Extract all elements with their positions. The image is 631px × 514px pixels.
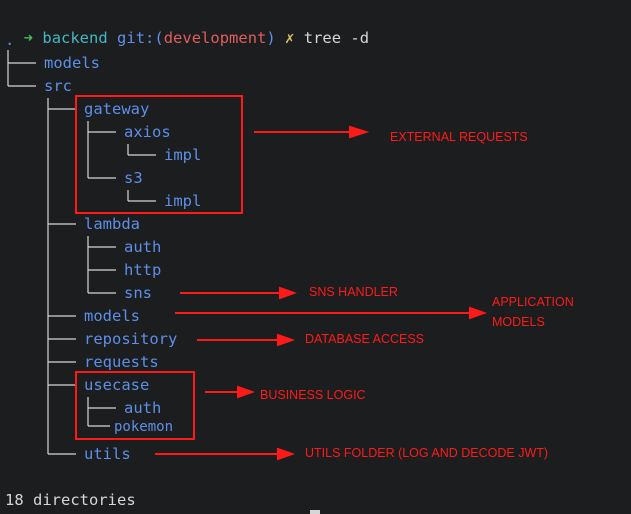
- directory-count: 18 directories: [5, 491, 136, 509]
- annotation-utils-folder: UTILS FOLDER (LOG AND DECODE JWT): [305, 446, 549, 460]
- annotation-application-models: APPLICATION MODELS: [492, 295, 574, 329]
- annotation-database-access: DATABASE ACCESS: [305, 332, 425, 346]
- tree-item-repository: repository: [84, 330, 178, 348]
- tree-item-lambda: lambda: [84, 215, 140, 233]
- usecase-highlight-box: [75, 371, 195, 440]
- annotation-external-requests: EXTERNAL REQUESTS: [390, 130, 528, 144]
- annotation-business-logic: BUSINESS LOGIC: [260, 388, 366, 402]
- tree-item-models: models: [44, 54, 100, 72]
- tree-item-lambda-auth: auth: [124, 238, 162, 256]
- tree-item-src: src: [44, 77, 72, 95]
- tree-item-utils: utils: [84, 445, 131, 463]
- gateway-highlight-box: [75, 95, 243, 214]
- tree-item-sns: sns: [124, 284, 152, 302]
- tree-item-requests: requests: [84, 353, 159, 371]
- cursor: [310, 510, 320, 514]
- tree-item-src-models: models: [84, 307, 140, 325]
- annotation-sns-handler: SNS HANDLER: [309, 285, 398, 299]
- tree-item-http: http: [124, 261, 162, 279]
